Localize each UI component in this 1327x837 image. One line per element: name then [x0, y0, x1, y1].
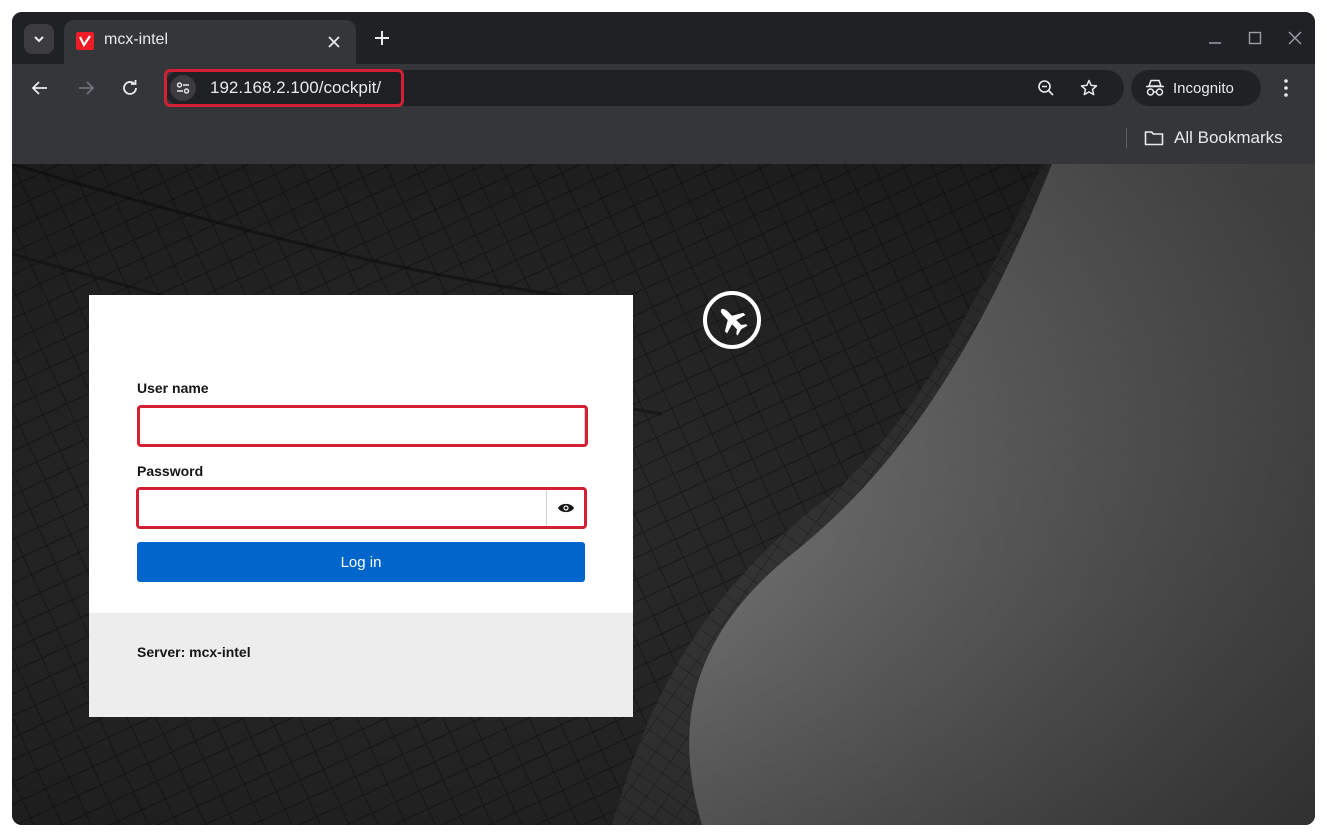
- browser-menu-button[interactable]: [1272, 74, 1300, 102]
- reload-button[interactable]: [116, 74, 144, 102]
- page-content: User name Password Log in Server: mcx-in…: [12, 164, 1315, 825]
- cockpit-favicon-icon: [76, 32, 94, 50]
- incognito-label: Incognito: [1173, 79, 1234, 97]
- bookmark-star-button[interactable]: [1079, 78, 1099, 98]
- brand-logo-icon: [703, 291, 761, 349]
- forward-button[interactable]: [72, 74, 100, 102]
- back-button[interactable]: [26, 74, 54, 102]
- tab-active[interactable]: mcx-intel: [64, 20, 356, 64]
- incognito-profile-button[interactable]: Incognito: [1131, 70, 1261, 106]
- minimize-icon: [1209, 42, 1221, 44]
- url-highlight-box: [164, 69, 404, 107]
- browser-window: mcx-intel 192.168.2.100/cockpit/ Incogni…: [12, 12, 1315, 825]
- plus-icon: [375, 31, 389, 45]
- zoom-button[interactable]: [1036, 78, 1056, 98]
- reload-icon: [123, 80, 137, 95]
- close-window-button[interactable]: [1275, 20, 1315, 56]
- bookmarks-separator: [1126, 128, 1127, 148]
- browser-toolbar: 192.168.2.100/cockpit/ Incognito: [12, 64, 1315, 112]
- tab-strip: mcx-intel: [12, 12, 1315, 64]
- close-icon: [1288, 31, 1302, 45]
- bookmarks-bar: All Bookmarks: [12, 112, 1315, 164]
- all-bookmarks-label: All Bookmarks: [1174, 128, 1283, 147]
- tab-title: mcx-intel: [104, 31, 169, 48]
- maximize-button[interactable]: [1235, 20, 1275, 56]
- minimize-button[interactable]: [1195, 20, 1235, 56]
- login-card: User name Password Log in Server: mcx-in…: [89, 295, 633, 717]
- star-icon: [1080, 79, 1098, 96]
- login-form: User name Password Log in: [89, 295, 633, 613]
- folder-icon: [1144, 131, 1164, 146]
- maximize-icon: [1248, 31, 1262, 45]
- zoom-out-icon: [1038, 80, 1054, 96]
- new-tab-button[interactable]: [368, 24, 396, 52]
- server-name-text: Server: mcx-intel: [137, 644, 251, 660]
- arrow-left-icon: [31, 81, 47, 95]
- username-label: User name: [137, 380, 209, 396]
- password-highlight-box: [136, 487, 587, 529]
- window-controls: [1195, 20, 1315, 56]
- close-icon: [328, 36, 340, 48]
- username-highlight-box: [137, 405, 588, 447]
- password-label: Password: [137, 463, 204, 479]
- login-button[interactable]: Log in: [137, 542, 585, 582]
- incognito-icon: [1146, 79, 1164, 96]
- chevron-down-icon: [34, 36, 44, 43]
- login-footer: Server: mcx-intel: [89, 613, 633, 717]
- tab-search-button[interactable]: [24, 24, 54, 54]
- tab-close-button[interactable]: [324, 32, 344, 52]
- arrow-right-icon: [79, 81, 95, 95]
- all-bookmarks-button[interactable]: All Bookmarks: [1144, 126, 1283, 150]
- more-vertical-icon: [1284, 79, 1288, 97]
- address-bar[interactable]: 192.168.2.100/cockpit/: [164, 69, 1124, 107]
